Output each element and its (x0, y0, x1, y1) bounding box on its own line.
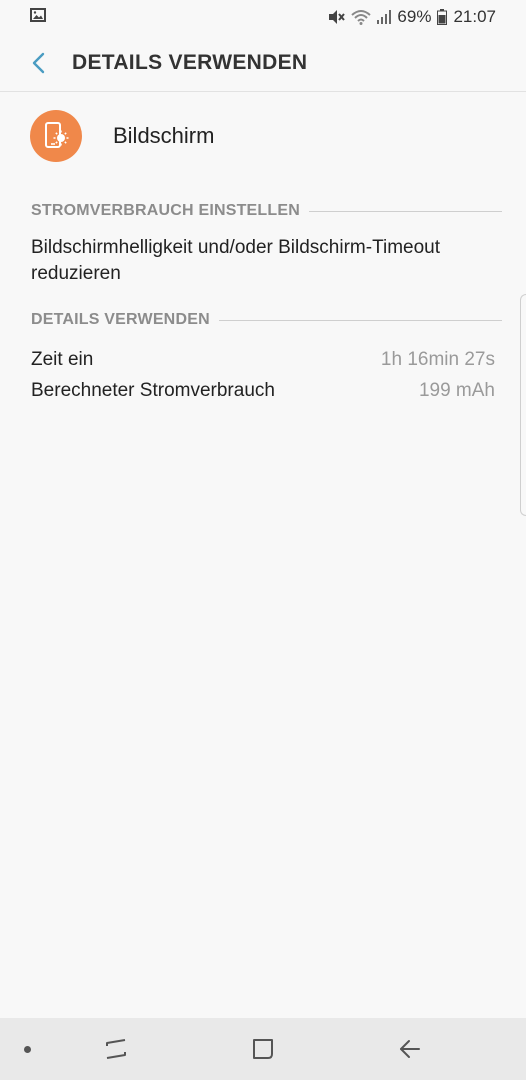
battery-percent: 69% (397, 7, 432, 26)
app-bar: DETAILS VERWENDEN (0, 34, 526, 92)
app-name: Bildschirm (113, 123, 215, 148)
power-hint-link[interactable]: Bildschirmhelligkeit und/oder Bildschirm… (31, 235, 501, 287)
section-header-power: STROMVERBRAUCH EINSTELLEN (31, 202, 502, 220)
chevron-left-icon (32, 52, 45, 73)
navigation-bar (0, 1018, 526, 1080)
back-arrow-icon (400, 1040, 420, 1058)
detail-label: Berechneter Stromverbrauch (31, 380, 275, 401)
clock: 21:07 (453, 7, 496, 26)
mute-icon (327, 9, 346, 25)
detail-value: 199 mAh (418, 380, 495, 401)
signal-icon (377, 10, 392, 24)
edge-panel-handle[interactable] (520, 294, 526, 516)
detail-row-time-on: Zeit ein 1h 16min 27s (31, 346, 495, 374)
image-icon (30, 7, 46, 27)
page-title: DETAILS VERWENDEN (72, 50, 308, 74)
status-left (30, 7, 46, 27)
dot-icon (24, 1046, 31, 1053)
detail-label: Zeit ein (31, 349, 94, 370)
divider (218, 319, 502, 321)
app-row: Bildschirm (30, 108, 214, 164)
recents-icon (106, 1039, 126, 1059)
home-icon (253, 1039, 273, 1059)
back-button[interactable] (14, 38, 64, 88)
detail-row-power-usage: Berechneter Stromverbrauch 199 mAh (31, 377, 495, 405)
wifi-icon (351, 9, 372, 25)
detail-value: 1h 16min 27s (380, 349, 495, 370)
section-title-details: DETAILS VERWENDEN (31, 311, 210, 328)
back-nav-button[interactable] (393, 1032, 427, 1066)
screen-brightness-icon (30, 110, 82, 162)
status-bar: 69% 21:07 (0, 0, 526, 34)
status-right: 69% 21:07 (327, 7, 496, 27)
section-title-power: STROMVERBRAUCH EINSTELLEN (31, 202, 301, 219)
recents-button[interactable] (99, 1032, 133, 1066)
home-button[interactable] (246, 1032, 280, 1066)
section-header-details: DETAILS VERWENDEN (31, 311, 502, 329)
divider (309, 210, 502, 212)
battery-icon (437, 9, 448, 25)
